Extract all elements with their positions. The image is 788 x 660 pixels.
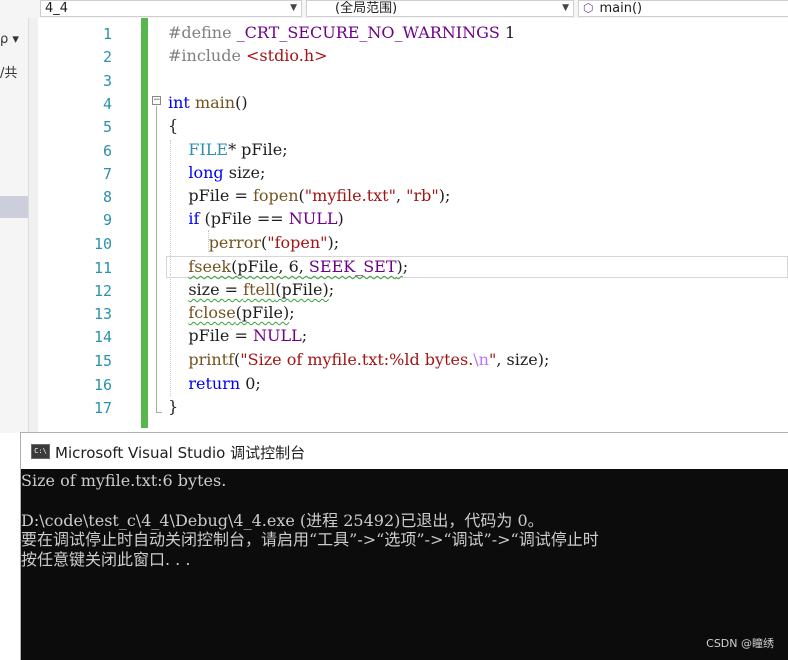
line-number[interactable]: 1	[38, 24, 112, 44]
fold-end	[156, 412, 162, 413]
solution-explorer-text: /共	[0, 66, 18, 81]
console-output-line: Size of myfile.txt:6 bytes.	[21, 471, 227, 490]
line-number[interactable]: 16	[38, 375, 112, 395]
collapse-icon[interactable]: −	[152, 96, 161, 105]
console-output-line: 按任意键关闭此窗口. . .	[21, 550, 191, 569]
line-number[interactable]: 10	[38, 234, 112, 254]
console-title-bar[interactable]: C:\ Microsoft Visual Studio 调试控制台	[21, 433, 788, 469]
code-line-16[interactable]: return 0;	[168, 374, 260, 394]
debug-console-window[interactable]: C:\ Microsoft Visual Studio 调试控制台 Size o…	[20, 432, 788, 660]
line-number[interactable]: 5	[38, 117, 112, 137]
method-cube-icon: ⬡	[583, 1, 594, 15]
code-line-10[interactable]: perror("fopen");	[168, 233, 339, 253]
chevron-down-icon: ▼	[562, 3, 569, 13]
member-dropdown[interactable]: ⬡ main()	[578, 0, 788, 17]
scope-dropdown[interactable]: (全局范围) ▼	[306, 0, 574, 17]
project-dropdown-value: 4_4	[45, 1, 69, 16]
line-number[interactable]: 13	[38, 304, 112, 324]
code-line-1[interactable]: #define _CRT_SECURE_NO_WARNINGS 1	[168, 23, 515, 43]
code-line-9[interactable]: if (pFile == NULL)	[168, 209, 343, 229]
console-title: Microsoft Visual Studio 调试控制台	[55, 444, 306, 462]
watermark: CSDN @瞳绣	[706, 637, 774, 650]
console-output-line: D:\code\test_c\4_4\Debug\4_4.exe (进程 254…	[21, 511, 544, 530]
code-line-7[interactable]: long size;	[168, 163, 265, 183]
code-line-8[interactable]: pFile = fopen("myfile.txt", "rb");	[168, 186, 450, 206]
code-line-17[interactable]: }	[168, 397, 178, 417]
selected-tree-item[interactable]	[0, 196, 28, 218]
chevron-down-icon: ▼	[290, 3, 297, 13]
line-number[interactable]: 8	[38, 187, 112, 207]
line-number[interactable]: 11	[38, 258, 112, 278]
line-number[interactable]: 9	[38, 210, 112, 230]
code-line-14[interactable]: pFile = NULL;	[168, 326, 307, 346]
code-line-2[interactable]: #include <stdio.h>	[168, 46, 328, 66]
code-line-11[interactable]: fseek(pFile, 6, SEEK_SET);	[168, 257, 408, 277]
line-number[interactable]: 7	[38, 164, 112, 184]
line-number[interactable]: 15	[38, 351, 112, 371]
console-app-icon: C:\	[31, 444, 50, 459]
code-line-6[interactable]: FILE* pFile;	[168, 140, 287, 160]
panel-splitter[interactable]	[28, 18, 38, 433]
code-line-4[interactable]: int main()	[168, 93, 248, 113]
member-dropdown-value: main()	[599, 1, 643, 16]
change-tracking-bar	[141, 18, 148, 428]
fold-line	[156, 106, 157, 412]
search-options-icon[interactable]: ρ ▾	[0, 32, 19, 47]
scope-dropdown-value: (全局范围)	[335, 1, 398, 16]
code-line-13[interactable]: fclose(pFile);	[168, 303, 294, 323]
line-number[interactable]: 3	[38, 71, 112, 91]
line-number[interactable]: 12	[38, 281, 112, 301]
code-line-15[interactable]: printf("Size of myfile.txt:%ld bytes.\n"…	[168, 350, 549, 370]
console-output-line: 要在调试停止时自动关闭控制台，请启用“工具”->“选项”->“调试”->“调试停…	[21, 530, 599, 549]
line-number[interactable]: 14	[38, 327, 112, 347]
line-number[interactable]: 4	[38, 94, 112, 114]
code-line-12[interactable]: size = ftell(pFile);	[168, 280, 334, 300]
code-line-5[interactable]: {	[168, 116, 178, 136]
line-number[interactable]: 2	[38, 47, 112, 67]
line-number[interactable]: 6	[38, 141, 112, 161]
solution-explorer-fragment: ρ ▾ /共	[0, 18, 28, 433]
project-dropdown[interactable]: 4_4 ▼	[40, 0, 302, 17]
navigation-bar: 4_4 ▼ (全局范围) ▼ ⬡ main()	[0, 0, 788, 18]
line-number[interactable]: 17	[38, 398, 112, 418]
